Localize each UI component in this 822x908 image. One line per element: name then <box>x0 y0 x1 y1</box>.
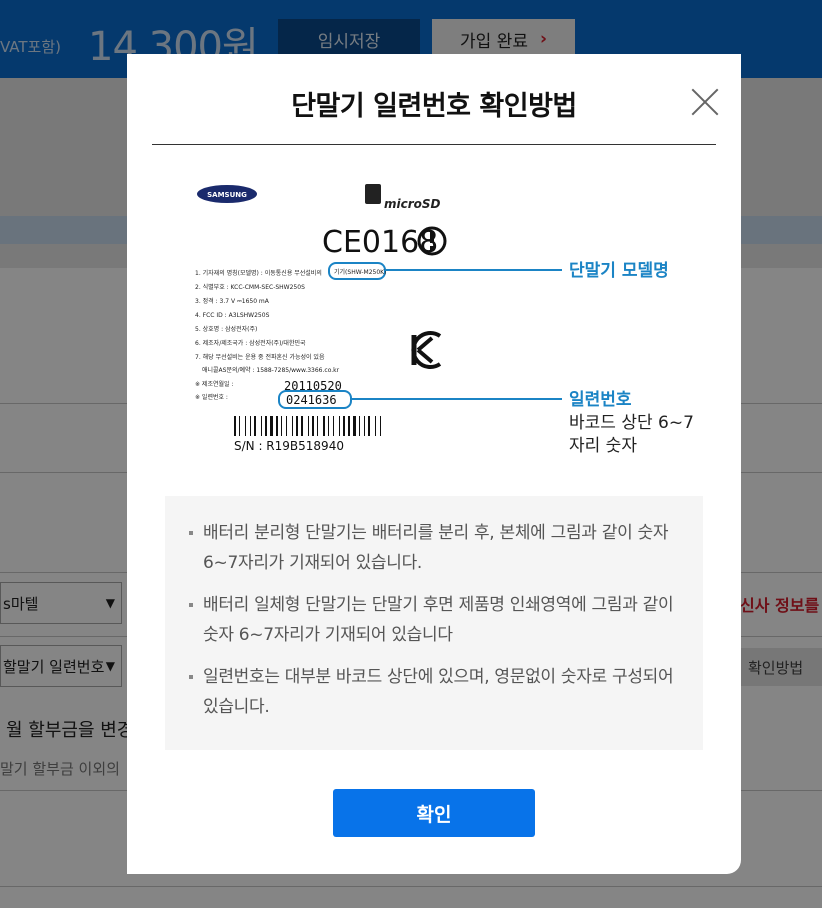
plan-select[interactable]: s마텔 ▼ <box>0 582 122 624</box>
barcode-bar <box>296 416 298 436</box>
plan-select-value: s마텔 <box>3 594 39 613</box>
barcode-bar <box>234 416 236 436</box>
serial-howto-modal: 단말기 일련번호 확인방법 SAMSUNG microSD CE0168 1. … <box>127 54 741 874</box>
close-icon[interactable] <box>691 88 719 116</box>
barcode-bar <box>353 416 356 436</box>
barcode-bar <box>333 416 334 436</box>
barcode-bar <box>250 416 251 436</box>
info-item: 배터리 분리형 단말기는 배터리를 분리 후, 본체에 그림과 같이 숫자 6~… <box>187 518 681 578</box>
kc-mark-icon <box>411 331 442 369</box>
spec-line: ※ 제조연월일 : <box>195 380 233 388</box>
spec-line: 1. 기자재의 명칭(모델명) : 이동통신용 무선설비의 <box>195 269 322 277</box>
barcode-bar <box>368 416 370 436</box>
barcode-bar <box>281 416 282 436</box>
barcode-bar <box>276 416 278 436</box>
barcode-bar <box>339 416 340 436</box>
barcode-bar <box>364 416 365 436</box>
chevron-down-icon: ▼ <box>105 596 115 610</box>
howto-button[interactable]: 확인방법 <box>740 648 822 686</box>
spec-line: 5. 상호명 : 삼성전자(주) <box>195 325 257 333</box>
barcode-bar <box>265 416 267 436</box>
barcode-bar <box>254 416 256 436</box>
spec-line: 6. 제조자/제조국가 : 삼성전자(주)/대한민국 <box>195 339 306 347</box>
barcode-bar <box>317 416 318 436</box>
join-complete-button[interactable]: 가입 완료 › <box>432 19 575 59</box>
confirm-button[interactable]: 확인 <box>333 789 535 837</box>
callout-serial-sub1: 바코드 상단 6~7 <box>569 413 694 433</box>
temp-save-label: 임시저장 <box>317 31 381 52</box>
serial-value: 0241636 <box>286 393 337 407</box>
microsd-logo: microSD <box>365 184 441 211</box>
title-divider <box>152 144 716 145</box>
barcode-bar <box>312 416 314 436</box>
barcode-bar <box>308 416 309 436</box>
barcode-bar <box>292 416 293 436</box>
vat-label: VAT포함) <box>0 38 62 56</box>
info-item: 일련번호는 대부분 바코드 상단에 있으며, 영문없이 숫자로 구성되어 있습니… <box>187 662 681 722</box>
barcode-bar <box>323 416 325 436</box>
spec-line: 2. 식별부호 : KCC-CMM-SEC-SHW250S <box>195 283 305 291</box>
barcode-bar <box>301 416 303 436</box>
barcode-bar <box>380 416 381 436</box>
barcode-bar <box>343 416 345 436</box>
barcode-bar <box>245 416 246 436</box>
serial-select[interactable]: 할말기 일련번호 ▼ <box>0 645 122 687</box>
barcode-bar <box>348 416 350 436</box>
callout-serial-sub2: 자리 숫자 <box>569 436 637 456</box>
spec-line: ※ 일련번호 : <box>195 393 228 401</box>
temp-save-button[interactable]: 임시저장 <box>278 19 420 59</box>
chevron-right-icon: › <box>539 29 547 49</box>
barcode-bar <box>375 416 376 436</box>
spec-line: 4. FCC ID : A3LSHW250S <box>195 312 270 319</box>
brand-text: SAMSUNG <box>207 191 247 199</box>
model-text: 기기(SHW-M250K) <box>334 268 386 276</box>
join-complete-label: 가입 완료 <box>460 31 528 52</box>
carrier-info-text: 신사 정보를 <box>740 596 820 615</box>
barcode-bar <box>286 416 287 436</box>
barcode-bar <box>261 416 262 436</box>
installment-other-text: 말기 할부금 이외의 <box>0 760 120 778</box>
samsung-logo: SAMSUNG <box>197 185 257 203</box>
chevron-down-icon: ▼ <box>105 659 115 673</box>
callout-model: 단말기 모델명 <box>569 260 669 281</box>
callout-serial: 일련번호 <box>569 390 632 410</box>
modal-title: 단말기 일련번호 확인방법 <box>291 91 577 122</box>
barcode <box>234 416 381 436</box>
background-divider <box>0 886 822 887</box>
sn-text: S/N : R19B518940 <box>234 439 344 453</box>
spec-line: 7. 해당 무선설비는 운용 중 전파혼신 가능성이 있음 <box>195 353 325 361</box>
barcode-bar <box>328 416 329 436</box>
howto-label: 확인방법 <box>748 658 804 677</box>
barcode-bar <box>239 416 240 436</box>
microsd-text: microSD <box>384 197 441 211</box>
spec-line: 애니콜AS문의/예약 : 1588-7285/www.3366.co.kr <box>202 366 340 374</box>
barcode-bar <box>270 416 273 436</box>
spec-line: 3. 정격 : 3.7 V ⎓1650 mA <box>195 298 270 305</box>
barcode-bar <box>359 416 360 436</box>
confirm-label: 확인 <box>416 804 452 826</box>
device-label-illustration: SAMSUNG microSD CE0168 1. 기자재의 명칭(모델명) :… <box>195 184 694 456</box>
installment-change-text: 월 할부금을 변경 <box>6 720 134 741</box>
info-box: 배터리 분리형 단말기는 배터리를 분리 후, 본체에 그림과 같이 숫자 6~… <box>165 496 703 750</box>
serial-select-value: 할말기 일련번호 <box>3 657 105 676</box>
ce-mark: CE0168 <box>322 225 438 260</box>
info-item: 배터리 일체형 단말기는 단말기 후면 제품명 인쇄영역에 그림과 같이 숫자 … <box>187 590 681 650</box>
